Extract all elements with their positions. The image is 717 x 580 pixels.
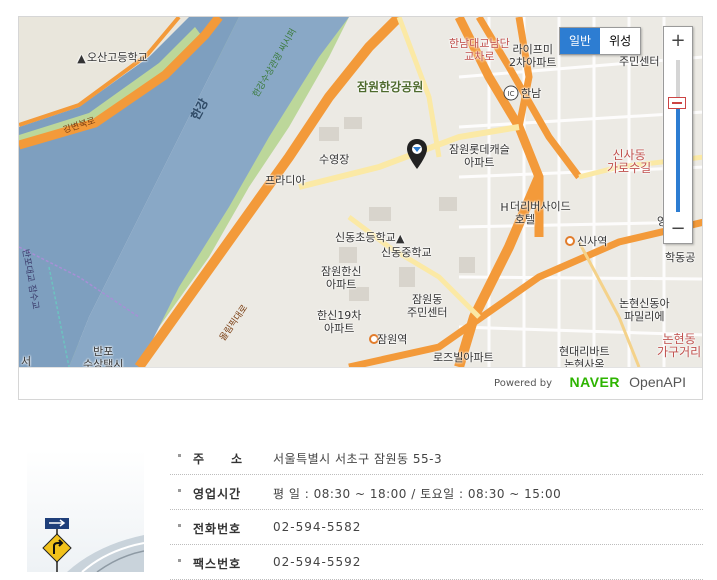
bullet-icon [178,524,181,527]
zoom-out-icon: − [670,218,686,239]
fax-value: 02-594-5592 [273,555,362,569]
hours-value: 평 일 : 08:30 ~ 18:00 / 토요일 : 08:30 ~ 15:0… [273,487,562,501]
map-label-office: 주민센터 [619,55,660,68]
map-label-school: 신동초등학교▲ [335,231,405,245]
map-label-apartment: 로즈빌아파트 [433,351,494,364]
hours-label: 영업시간 [193,487,242,501]
map-label-park: 잠원한강공원 [357,80,424,94]
address-label: 주 소 [193,452,244,466]
map-label-pradia: 프라디아 [265,174,306,187]
info-row-address: 주 소 서울특별시 서초구 잠원동 55-3 [170,440,703,475]
info-row-phone: 전화번호 02-594-5582 [170,510,703,545]
info-row-hours: 영업시간 평 일 : 08:30 ~ 18:00 / 토요일 : 08:30 ~… [170,475,703,510]
map-label-building: 현대리바트 논현사옥 [559,345,610,367]
school-icon: ▲ [396,232,405,245]
hotel-icon: H [500,201,509,214]
zoom-control[interactable]: + − [663,26,693,244]
map-container[interactable]: IC ▲오산고등학교 한강 강변북로 올림픽대로 한강수상관광 씨시퍼 잠원한강… [18,16,703,400]
openapi-text: OpenAPI [629,374,686,390]
map-attribution: Powered by NAVER OpenAPI [19,367,702,399]
ic-icon: IC [503,85,519,101]
map-label-school: 신동중학교 [381,246,432,259]
map-label-fragment: 서 [21,355,32,367]
map-label-apartment: 한신19차 아파트 [317,309,362,335]
info-row-fax: 팩스번호 02-594-5592 [170,545,703,580]
fax-label: 팩스번호 [193,557,242,571]
map-label-office: 잠원동 주민센터 [407,293,448,319]
zoom-in-icon: + [670,30,686,51]
map-type-satellite-button[interactable]: 위성 [600,28,640,54]
map-label-taxi: 반포 수상택시 [83,345,124,367]
naver-logo[interactable]: NAVER [570,374,620,390]
map-label-intersection: 한남대교남단 교차로 [449,37,510,63]
zoom-level-fill [676,102,680,212]
map-label-station: 신사역 [577,235,608,248]
map-label-building: 학동공 [665,251,696,264]
school-icon: ▲ [77,52,86,65]
phone-label: 전화번호 [193,522,242,536]
map-label-district: 논현동 가구거리 [657,332,702,359]
map-label-pool: 수영장 [319,153,350,166]
map-label-apartment: 라이프미 2차아파트 [509,43,557,69]
map-label-station: 잠원역 [377,333,408,346]
bullet-icon [178,454,181,457]
map-label-ic: 한남 [521,87,542,100]
svg-text:IC: IC [508,90,515,98]
map-label-district: 신사동 가로수길 [607,148,652,175]
powered-by-text: Powered by [494,378,552,389]
map-type-toggle[interactable]: 일반 위성 [559,27,642,55]
bullet-icon [178,489,181,492]
bullet-icon [178,559,181,562]
address-value: 서울특별시 서초구 잠원동 55-3 [273,452,443,466]
map-label-apartment: 논현신동아 파밀리에 [619,297,670,323]
road-sign-image [27,450,144,572]
map-canvas[interactable]: IC ▲오산고등학교 한강 강변북로 올림픽대로 한강수상관광 씨시퍼 잠원한강… [19,17,702,367]
map-label-school: ▲오산고등학교 [77,51,148,65]
zoom-in-button[interactable]: + [664,29,692,53]
map-label-apartment: 잠원롯데캐슬 아파트 [449,143,510,169]
zoom-out-button[interactable]: − [664,217,692,241]
map-type-normal-button[interactable]: 일반 [560,28,601,54]
store-info: 주 소 서울특별시 서초구 잠원동 55-3 영업시간 평 일 : 08:30 … [170,440,703,580]
map-label-apartment: 잠원한신 아파트 [321,265,362,291]
phone-value[interactable]: 02-594-5582 [273,520,361,534]
zoom-slider-handle[interactable] [668,96,686,109]
map-label-hotel: H더리버사이드 호텔 [500,200,571,226]
subway-icon [565,236,575,246]
